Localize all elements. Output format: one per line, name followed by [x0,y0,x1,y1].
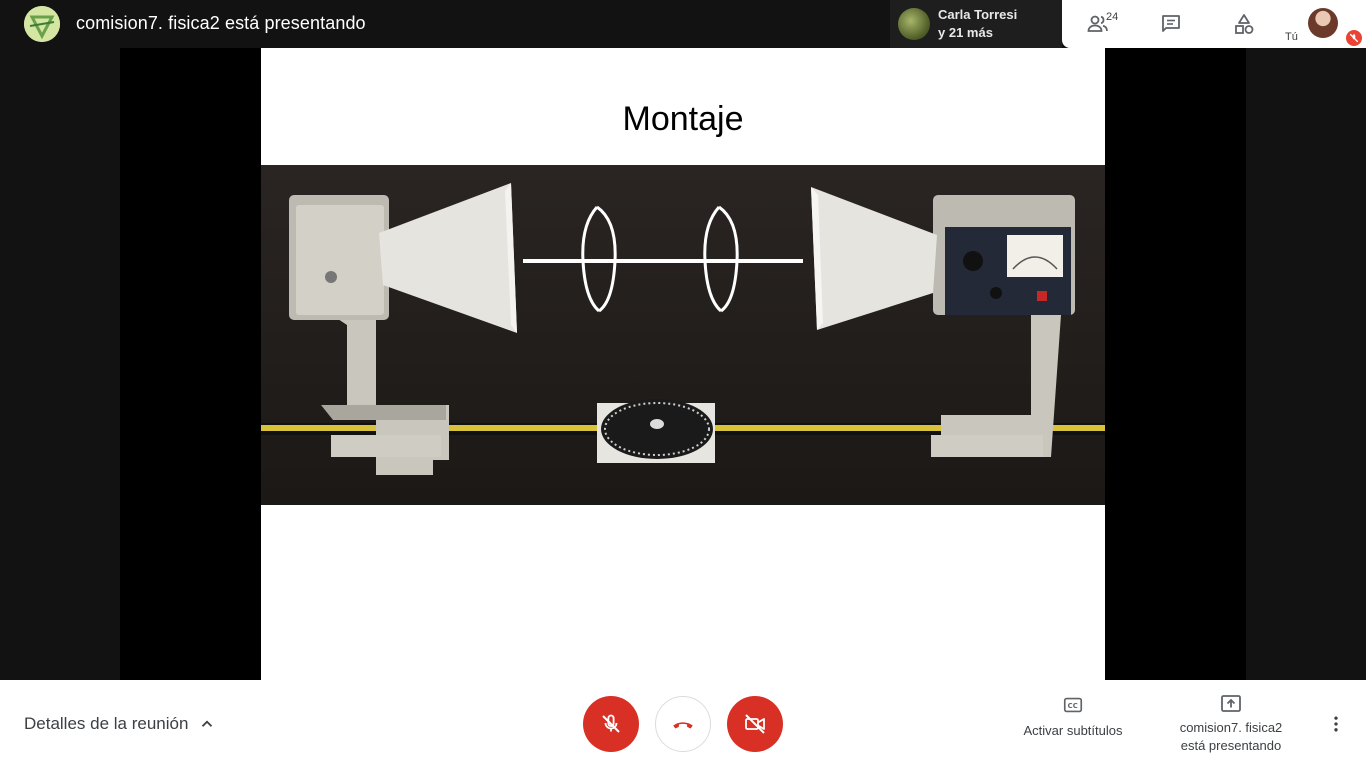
active-speaker-chip[interactable]: Carla Torresi y 21 más [890,0,1062,48]
self-view[interactable]: Tú [1282,0,1366,48]
top-bar: comision7. fisica2 está presentando Carl… [0,0,1366,48]
present-screen-icon [1221,695,1241,712]
meeting-details-label: Detalles de la reunión [24,714,189,733]
more-vert-icon [1334,716,1338,732]
videocam-off-icon [745,714,765,734]
hang-up-button[interactable] [655,696,711,752]
speaker-avatar [898,8,930,40]
self-avatar [1308,8,1338,38]
presenting-line-2: está presentando [1180,738,1282,753]
bottom-control-bar: Detalles de la reunión CC Activar subtít… [0,680,1366,768]
more-options-button[interactable] [1322,710,1350,738]
phone-hangup-icon [673,722,693,729]
microphone-toggle-button[interactable] [583,696,639,752]
slide-title: Montaje [622,100,744,138]
speaker-name: Carla Torresi [938,7,1018,22]
presentation-status-button[interactable]: comision7. fisica2 está presentando [1170,692,1292,755]
speaker-more-count: y 21 más [938,25,993,40]
meeting-tools: 24 [1062,0,1282,48]
presenter-avatar-icon [24,6,60,42]
chat-icon [1162,15,1180,32]
chat-button[interactable] [1153,8,1189,40]
activities-button[interactable] [1226,8,1262,40]
self-muted-icon [1346,30,1362,46]
setup-photo [261,165,1105,505]
camera-toggle-button[interactable] [727,696,783,752]
presenting-line-1: comision7. fisica2 [1179,720,1283,735]
closed-caption-icon: CC [1063,697,1083,713]
svg-text:CC: CC [1068,702,1078,710]
captions-label: Activar subtítulos [1023,723,1123,738]
participants-count: 24 [1106,11,1119,23]
self-label: Tú [1285,31,1298,43]
shared-slide: Montaje [261,48,1105,680]
presenter-title: comision7. fisica2 está presentando [76,13,366,33]
meeting-details-button[interactable]: Detalles de la reunión [24,714,216,734]
presentation-stage: Montaje [120,48,1246,680]
mic-off-icon [602,714,620,733]
shapes-icon [1235,14,1254,34]
chevron-up-icon [202,720,213,727]
captions-button[interactable]: CC Activar subtítulos [1016,694,1130,740]
